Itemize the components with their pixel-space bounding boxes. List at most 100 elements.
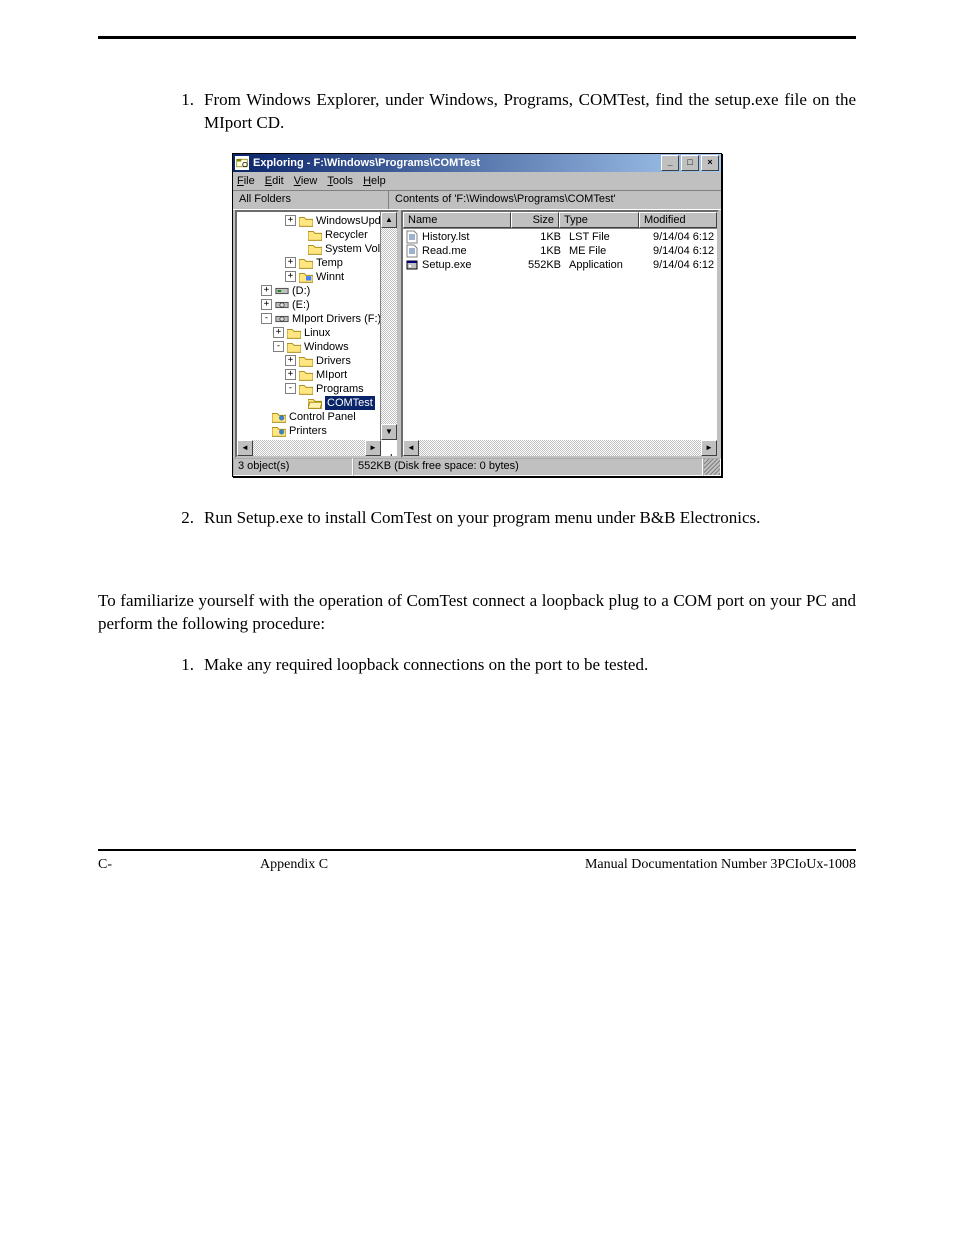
maximize-button[interactable]: □ [681, 155, 699, 171]
file-type: ME File [565, 245, 649, 257]
expand-icon[interactable]: - [285, 383, 296, 394]
step-3-text: Make any required loopback connections o… [204, 654, 856, 677]
expand-icon[interactable]: + [273, 327, 284, 338]
menu-file[interactable]: File [237, 175, 255, 187]
tree-item-label: Recycler [325, 228, 368, 242]
expand-icon[interactable]: + [261, 285, 272, 296]
tree-item-label: Temp [316, 256, 343, 270]
tree-item[interactable]: +Winnt [239, 270, 395, 284]
scroll-up-icon[interactable]: ▲ [381, 212, 397, 228]
menubar: File Edit View Tools Help [233, 172, 721, 191]
explorer-window: Exploring - F:\Windows\Programs\COMTest … [232, 153, 722, 477]
tree-item[interactable]: + (E:) [239, 298, 395, 312]
scroll-right-icon[interactable]: ► [365, 440, 381, 456]
step-3: 1. Make any required loopback connection… [98, 654, 856, 677]
expand-icon[interactable]: + [261, 299, 272, 310]
file-modified: 9/14/04 6:12 P [649, 259, 717, 271]
col-modified[interactable]: Modified [639, 212, 717, 228]
tree-item[interactable]: Printers [239, 424, 395, 438]
folder-icon [299, 257, 313, 268]
scroll-left-icon[interactable]: ◄ [237, 440, 253, 456]
tree-item[interactable]: + Linux [239, 326, 395, 340]
doc-icon [405, 230, 419, 244]
col-name[interactable]: Name [403, 212, 511, 228]
scroll-right-icon[interactable]: ► [701, 440, 717, 456]
list-hscroll[interactable]: ◄ ► [403, 440, 717, 456]
resize-grip[interactable] [703, 458, 721, 476]
tree-item-label: MIport [316, 368, 347, 382]
tree-item[interactable]: + Drivers [239, 354, 395, 368]
cdrom-icon [275, 299, 289, 310]
menu-edit[interactable]: Edit [265, 175, 284, 187]
tree-item-label: (E:) [292, 298, 310, 312]
tree-item-label: Linux [304, 326, 330, 340]
tree-item[interactable]: COMTest [239, 396, 395, 410]
step-2-text: Run Setup.exe to install ComTest on your… [204, 507, 856, 530]
window-title: Exploring - F:\Windows\Programs\COMTest [253, 157, 480, 169]
contents-label: Contents of 'F:\Windows\Programs\COMTest… [389, 191, 721, 209]
expand-icon[interactable]: + [285, 215, 296, 226]
file-modified: 9/14/04 6:12 P [649, 231, 717, 243]
scroll-left-icon[interactable]: ◄ [403, 440, 419, 456]
tree-item-label: Programs [316, 382, 364, 396]
close-button[interactable]: × [701, 155, 719, 171]
tree-item[interactable]: + (D:) [239, 284, 395, 298]
file-type: Application [565, 259, 649, 271]
file-name: Read.me [422, 245, 467, 257]
tree-item-label: (D:) [292, 284, 310, 298]
doc-icon [405, 244, 419, 258]
step-1: 1. From Windows Explorer, under Windows,… [98, 89, 856, 135]
list-header[interactable]: Name Size Type Modified [403, 212, 717, 229]
expand-icon[interactable]: + [285, 271, 296, 282]
tree-item[interactable]: +WindowsUpdate [239, 214, 395, 228]
expand-icon[interactable]: + [285, 369, 296, 380]
expand-icon[interactable]: - [261, 313, 272, 324]
tree-item[interactable]: - Programs [239, 382, 395, 396]
file-size: 1KB [513, 231, 565, 243]
tree-item-label: MIport Drivers (F:) [292, 312, 381, 326]
list-item[interactable]: Read.me1KBME File9/14/04 6:12 P [403, 244, 717, 258]
cdrom-icon [275, 313, 289, 324]
tree-item-label: COMTest [325, 396, 375, 410]
tree-item-label: Windows [304, 340, 349, 354]
list-item[interactable]: History.lst1KBLST File9/14/04 6:12 P [403, 230, 717, 244]
col-size[interactable]: Size [511, 212, 559, 228]
list-item[interactable]: Setup.exe552KBApplication9/14/04 6:12 P [403, 258, 717, 272]
bottom-rule [98, 849, 856, 851]
footer-mid: Appendix C [260, 857, 328, 873]
expand-icon[interactable]: + [285, 355, 296, 366]
tree-item[interactable]: Control Panel [239, 410, 395, 424]
tree-item[interactable]: - Windows [239, 340, 395, 354]
folder-icon [299, 215, 313, 226]
tree-vscroll[interactable]: ▲ ▼ [380, 212, 397, 440]
tree-item-label: Drivers [316, 354, 351, 368]
tree-item[interactable]: Recycler [239, 228, 395, 242]
menu-view[interactable]: View [294, 175, 318, 187]
footer-left: C- [98, 857, 112, 873]
col-type[interactable]: Type [559, 212, 639, 228]
exe-icon [405, 258, 419, 272]
tree-hscroll[interactable]: ◄ ► [237, 440, 381, 456]
menu-tools[interactable]: Tools [327, 175, 353, 187]
step-2-number: 2. [168, 507, 194, 530]
step-2: 2. Run Setup.exe to install ComTest on y… [98, 507, 856, 530]
minimize-button[interactable]: _ [661, 155, 679, 171]
tree-item[interactable]: + MIport [239, 368, 395, 382]
tree-item[interactable]: - MIport Drivers (F:) [239, 312, 395, 326]
folder-icon [287, 327, 301, 338]
file-name: Setup.exe [422, 259, 472, 271]
menu-help[interactable]: Help [363, 175, 386, 187]
list-pane[interactable]: Name Size Type Modified History.lst1KBLS… [401, 210, 719, 458]
tree-item[interactable]: System Volume Information [239, 242, 395, 256]
tree-item[interactable]: + Temp [239, 256, 395, 270]
tree-pane[interactable]: +WindowsUpdateRecyclerSystem Volume Info… [235, 210, 399, 458]
file-name: History.lst [422, 231, 469, 243]
status-objects: 3 object(s) [233, 458, 353, 476]
folder-icon [299, 383, 313, 394]
step-1-text: From Windows Explorer, under Windows, Pr… [204, 89, 856, 135]
titlebar[interactable]: Exploring - F:\Windows\Programs\COMTest … [233, 154, 721, 172]
expand-icon[interactable]: - [273, 341, 284, 352]
special-icon [272, 411, 286, 422]
scroll-down-icon[interactable]: ▼ [381, 424, 397, 440]
expand-icon[interactable]: + [285, 257, 296, 268]
